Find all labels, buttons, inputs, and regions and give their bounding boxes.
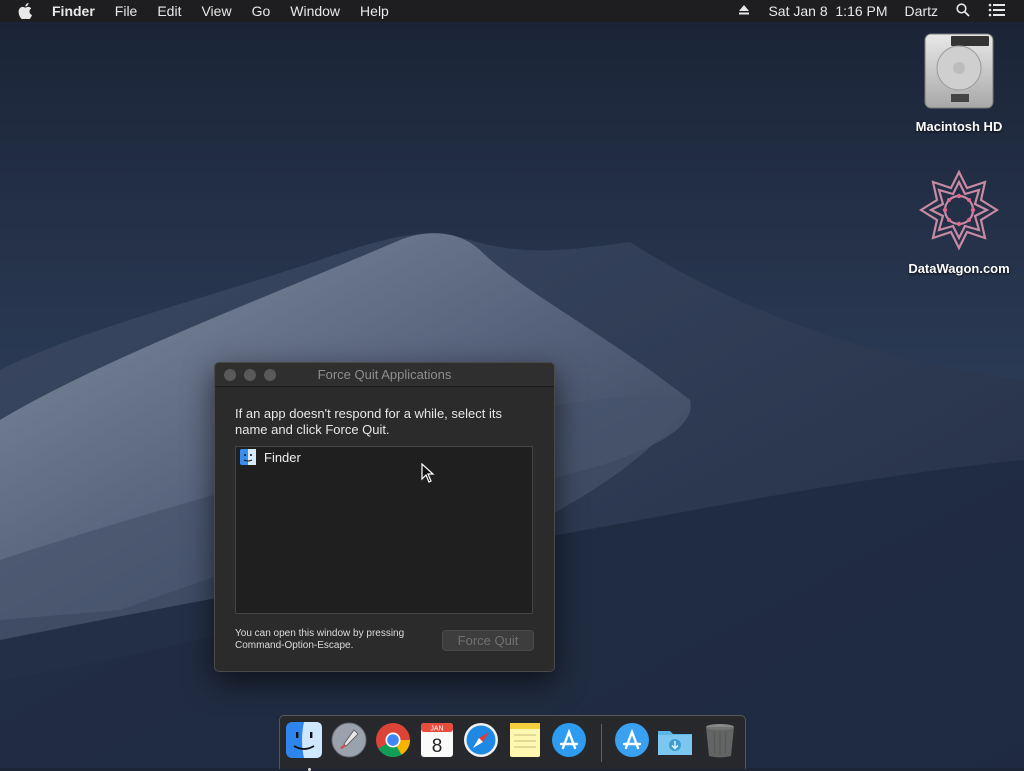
dock-item-safari[interactable] [462,721,500,759]
dock: JAN 8 [279,715,746,771]
menu-go[interactable]: Go [252,3,271,19]
hint-line: Command-Option-Escape. [235,640,354,651]
calendar-day: 8 [432,736,443,757]
notification-center-icon[interactable] [988,3,1006,20]
menu-app-finder[interactable]: Finder [52,3,95,19]
desktop-icon-macintosh-hd[interactable]: Macintosh HD [904,32,1014,134]
calendar-icon: JAN 8 [418,723,456,763]
dock-item-downloads[interactable] [656,721,694,759]
finder-icon [285,722,323,763]
force-quit-window: Force Quit Applications If an app doesn'… [214,362,555,672]
dock-item-finder[interactable] [285,721,323,771]
menu-clock[interactable]: Sat Jan 8 1:16 PM [768,3,887,19]
dock-item-chrome[interactable] [374,721,412,759]
desktop-icon-datawagon[interactable]: DataWagon.com [904,168,1014,276]
menu-file[interactable]: File [115,3,138,19]
calendar-month: JAN [430,726,443,733]
desktop-icon-label: DataWagon.com [908,261,1010,276]
instructions-text: If an app doesn't respond for a while, s… [235,406,502,437]
menu-bar: Finder File Edit View Go Window Help Sat… [0,0,1024,22]
app-store-icon [550,723,588,763]
dock-item-trash[interactable] [701,721,739,759]
eject-icon[interactable] [738,3,750,19]
desktop-icon-label: Macintosh HD [915,119,1003,134]
app-name: Finder [264,449,301,465]
notes-icon [506,723,544,763]
spotlight-search-icon[interactable] [956,2,970,20]
menu-edit[interactable]: Edit [157,3,181,19]
menu-user-name[interactable]: Dartz [905,3,938,19]
apple-icon[interactable] [18,3,36,19]
force-quit-button[interactable]: Force Quit [442,630,534,651]
trash-icon [701,724,739,763]
hard-drive-icon [921,33,997,114]
window-title: Force Quit Applications [317,367,452,382]
dock-item-launchpad[interactable] [330,721,368,759]
shortcut-hint: You can open this window by pressing Com… [235,628,435,652]
hint-line: You can open this window by pressing [235,628,405,639]
app-list[interactable]: Finder [235,446,533,614]
applications-folder-icon [613,723,651,763]
dock-separator [601,724,602,762]
finder-icon [240,449,256,465]
menu-window[interactable]: Window [290,3,340,19]
menu-help[interactable]: Help [360,3,389,19]
chrome-icon [374,723,412,763]
datawagon-logo-icon [917,169,1001,256]
mouse-cursor-icon [421,463,435,483]
dock-item-applications[interactable] [613,721,651,759]
safari-icon [462,723,500,763]
launchpad-icon [330,722,368,763]
list-item[interactable]: Finder [236,447,532,467]
menu-view[interactable]: View [201,3,231,19]
window-titlebar[interactable]: Force Quit Applications [215,363,554,387]
menu-bar-extras: Sat Jan 8 1:16 PM Dartz [738,0,1024,22]
dock-item-calendar[interactable]: JAN 8 [418,721,456,759]
dock-item-notes[interactable] [506,721,544,759]
dock-item-app-store[interactable] [550,721,588,759]
downloads-folder-icon [656,731,694,763]
